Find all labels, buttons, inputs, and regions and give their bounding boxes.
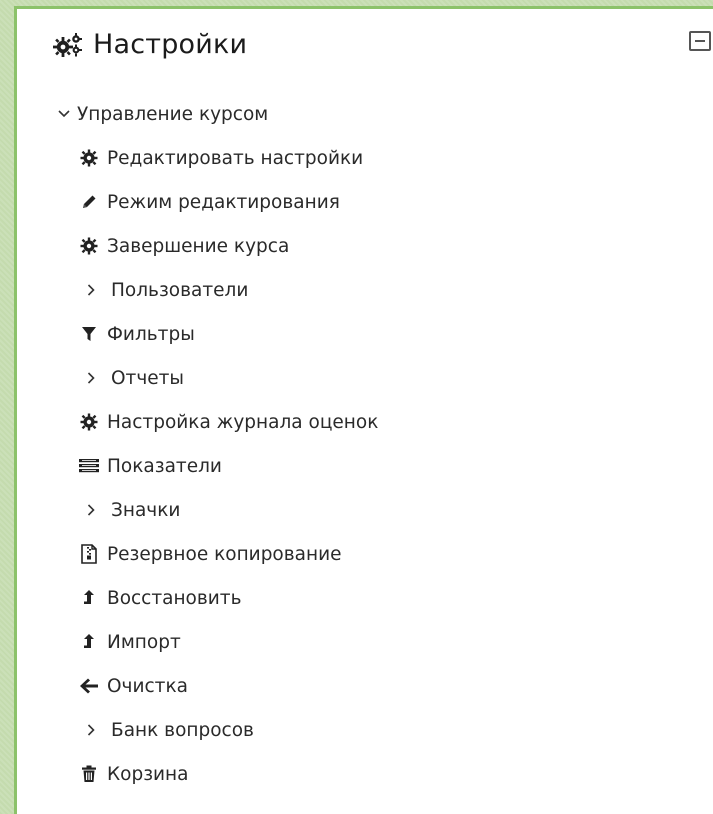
menu-item-label: Завершение курса — [107, 235, 290, 257]
menu-item-label: Значки — [111, 499, 181, 521]
settings-block: Настройки Управление курсом Редактироват… — [14, 6, 713, 814]
menu-item-label: Очистка — [107, 675, 188, 697]
menu-item-recycle-bin[interactable]: Корзина — [79, 759, 189, 789]
menu-item-restore[interactable]: Восстановить — [79, 583, 242, 613]
chevron-right-icon — [83, 280, 99, 300]
menu-item-reports[interactable]: Отчеты — [83, 363, 184, 393]
gear-icon — [79, 236, 99, 256]
menu-item-badges[interactable]: Значки — [83, 495, 180, 525]
menu-item-label: Импорт — [107, 631, 181, 653]
menu-item-import[interactable]: Импорт — [79, 627, 181, 657]
menu-item-edit-settings[interactable]: Редактировать настройки — [79, 143, 363, 173]
menu-item-backup[interactable]: Резервное копирование — [79, 539, 342, 569]
block-header: Настройки — [53, 29, 247, 60]
menu-item-outcomes[interactable]: Показатели — [79, 451, 222, 481]
chevron-right-icon — [83, 720, 99, 740]
menu-item-label: Управление курсом — [77, 103, 269, 125]
archive-file-icon — [79, 544, 99, 564]
menu-item-question-bank[interactable]: Банк вопросов — [83, 715, 254, 745]
collapse-icon[interactable] — [689, 31, 711, 51]
menu-item-label: Банк вопросов — [111, 719, 254, 741]
gear-icon — [79, 148, 99, 168]
menu-item-label: Режим редактирования — [107, 191, 340, 213]
menu-item-reset[interactable]: Очистка — [79, 671, 188, 701]
filter-icon — [79, 324, 99, 344]
menu-item-label: Корзина — [107, 763, 189, 785]
trash-icon — [79, 764, 99, 784]
menu-item-label: Показатели — [107, 455, 222, 477]
menu-item-edit-mode[interactable]: Режим редактирования — [79, 187, 340, 217]
chevron-down-icon — [57, 104, 71, 124]
menu-item-label: Настройка журнала оценок — [107, 411, 379, 433]
chevron-right-icon — [83, 500, 99, 520]
list-icon — [79, 456, 99, 476]
menu-item-label: Резервное копирование — [107, 543, 342, 565]
menu-item-label: Редактировать настройки — [107, 147, 364, 169]
block-title: Настройки — [93, 29, 248, 60]
upload-arrow-icon — [79, 588, 99, 608]
chevron-right-icon — [83, 368, 99, 388]
menu-item-label: Пользователи — [111, 279, 249, 301]
pencil-icon — [79, 192, 99, 212]
arrow-left-icon — [79, 676, 99, 696]
menu-item-course-admin[interactable]: Управление курсом — [57, 99, 268, 129]
menu-item-filters[interactable]: Фильтры — [79, 319, 195, 349]
menu-item-users[interactable]: Пользователи — [83, 275, 248, 305]
gears-icon — [53, 32, 83, 58]
menu-item-course-completion[interactable]: Завершение курса — [79, 231, 289, 261]
menu-item-label: Восстановить — [107, 587, 242, 609]
menu-item-label: Отчеты — [111, 367, 185, 389]
menu-item-label: Фильтры — [107, 323, 195, 345]
menu-item-gradebook-setup[interactable]: Настройка журнала оценок — [79, 407, 378, 437]
gear-icon — [79, 412, 99, 432]
upload-arrow-icon — [79, 632, 99, 652]
